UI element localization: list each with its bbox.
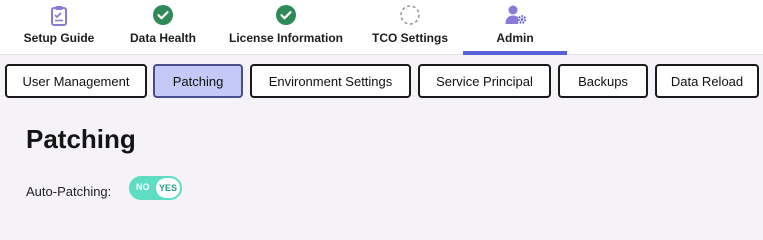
tab-label: Admin [496,31,534,45]
check-circle-icon [275,4,297,26]
tab-data-health[interactable]: Data Health [120,0,206,54]
subtab-patching[interactable]: Patching [153,64,243,98]
subtab-backups[interactable]: Backups [558,64,648,98]
subtab-service-principal[interactable]: Service Principal [418,64,551,98]
tab-tco-settings[interactable]: TCO Settings [362,0,458,54]
toggle-on-label: YES [158,183,177,193]
subtab-data-reload[interactable]: Data Reload [655,64,759,98]
clipboard-check-icon [48,4,70,26]
toggle-off-label: NO [136,182,150,192]
subtab-label: Patching [172,73,224,89]
tab-setup-guide[interactable]: Setup Guide [12,0,106,54]
tab-license-information[interactable]: License Information [224,0,348,54]
tab-label: Setup Guide [23,31,95,45]
auto-patching-toggle[interactable]: NO YES [129,176,182,200]
check-circle-icon [152,4,174,26]
tab-admin[interactable]: Admin [463,0,567,55]
subtab-label: Data Reload [670,73,744,89]
subtab-label: Environment Settings [268,73,393,89]
subtab-environment-settings[interactable]: Environment Settings [250,64,411,98]
auto-patching-label: Auto-Patching: [26,184,112,199]
dashed-circle-icon [399,4,421,26]
page-title: Patching [26,124,136,154]
toggle-knob: YES [156,178,180,198]
tab-label: TCO Settings [371,31,448,45]
top-navigation: Setup Guide Data Health License Informat… [0,0,763,55]
tab-label: Data Health [129,31,197,45]
user-gear-icon [504,4,527,26]
admin-subtabs: User Management Patching Environment Set… [0,64,763,102]
tab-label: License Information [228,31,344,45]
subtab-label: Backups [578,73,628,89]
active-tab-indicator [463,51,567,55]
subtab-label: User Management [22,73,130,89]
subtab-label: Service Principal [436,73,533,89]
subtab-user-management[interactable]: User Management [5,64,147,98]
